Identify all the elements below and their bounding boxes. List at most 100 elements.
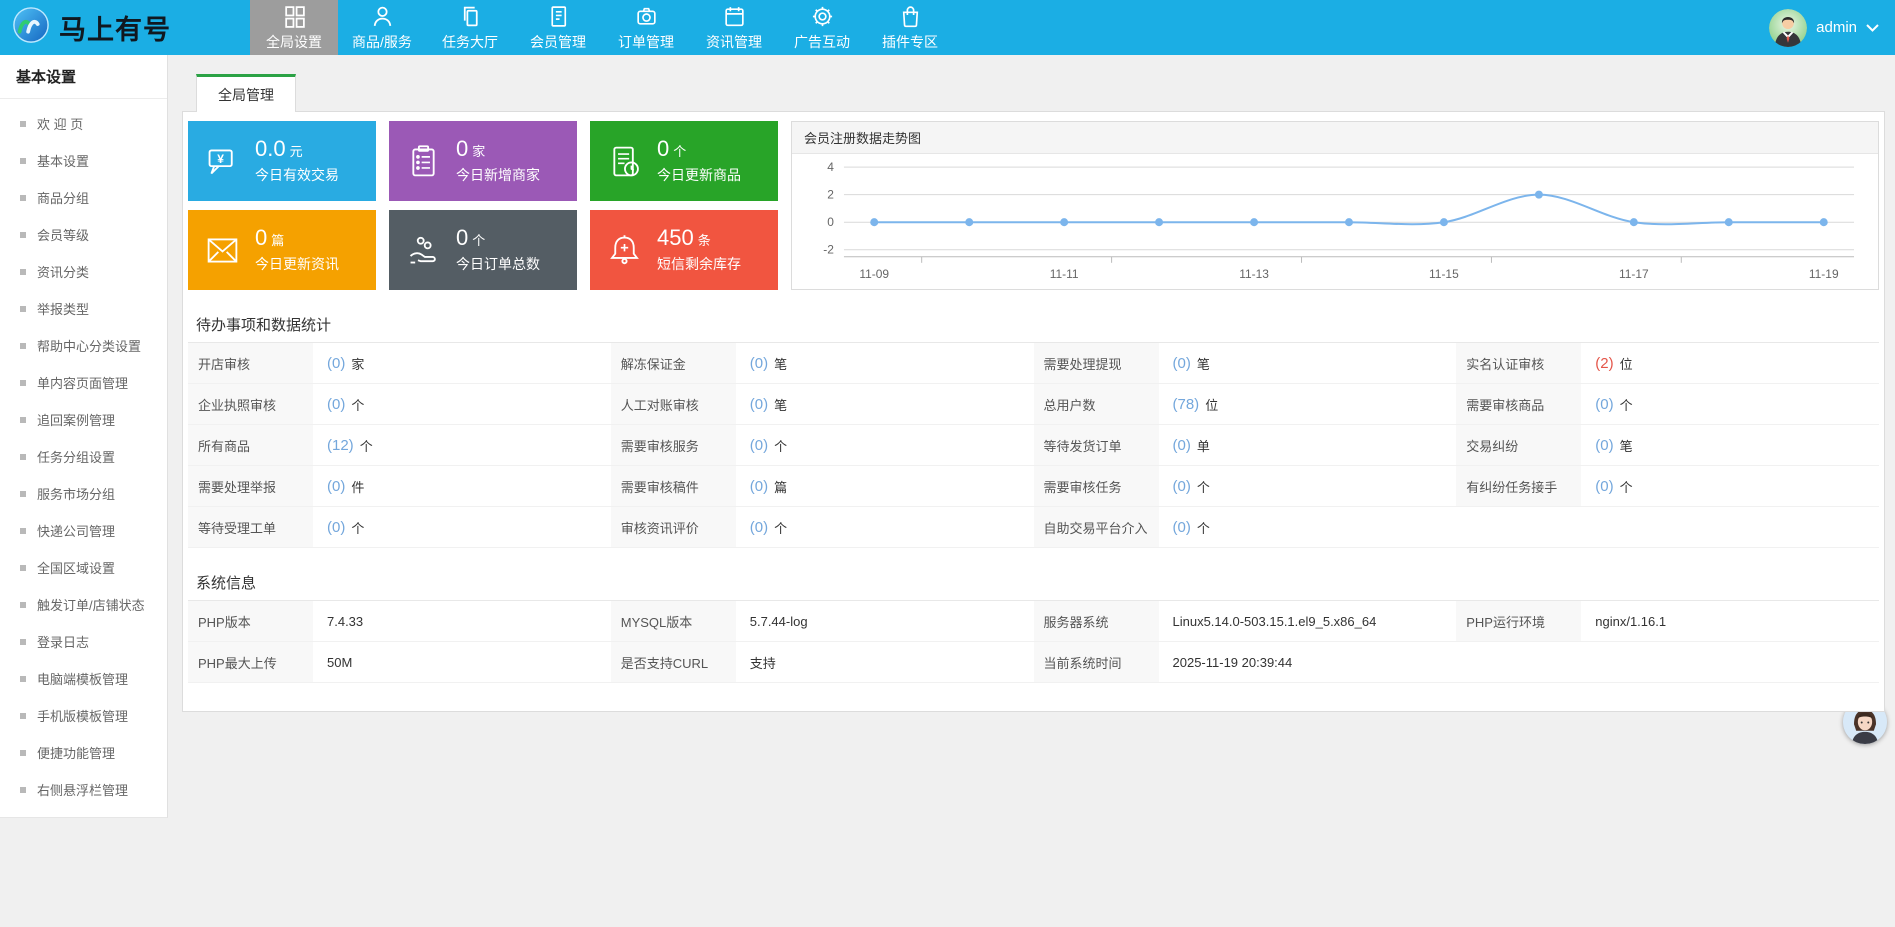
stat-card-0[interactable]: ¥0.0元今日有效交易 [188,121,376,201]
user-icon [370,3,395,29]
stat-count[interactable]: (0) [750,396,768,413]
stat-count[interactable]: (78) [1173,396,1200,413]
nav-item-6[interactable]: 广告互动 [778,0,866,55]
stat-count[interactable]: (0) [750,437,768,454]
sidebar-item-2[interactable]: 商品分组 [0,179,167,216]
stat-card-3[interactable]: 0篇今日更新资讯 [188,210,376,290]
nav-item-4[interactable]: 订单管理 [602,0,690,55]
sidebar-items: 欢 迎 页基本设置商品分组会员等级资讯分类举报类型帮助中心分类设置单内容页面管理… [0,99,167,808]
tab-global-management[interactable]: 全局管理 [196,74,296,112]
stat-card-unit: 个 [472,233,485,248]
sidebar-item-18[interactable]: 右侧悬浮栏管理 [0,771,167,808]
nav-item-1[interactable]: 商品/服务 [338,0,426,55]
stat-count[interactable]: (12) [327,437,354,454]
stat-count[interactable]: (0) [1595,437,1613,454]
stat-count[interactable]: (0) [327,519,345,536]
stat-cell: 自助交易平台介入(0)个 [1034,507,1457,547]
stat-cell: 是否支持CURL支持 [611,642,1034,682]
user-menu[interactable]: admin [1769,0,1879,55]
stat-count[interactable]: (2) [1595,355,1613,372]
sidebar-item-3[interactable]: 会员等级 [0,216,167,253]
chart-panel: 会员注册数据走势图 420-211-0911-1111-1311-1511-17… [791,121,1879,290]
sidebar-item-1[interactable]: 基本设置 [0,142,167,179]
stat-value: (0)家 [315,343,611,383]
stat-card-1[interactable]: 0家今日新增商家 [389,121,577,201]
stat-count[interactable]: (0) [750,519,768,536]
nav-item-5[interactable]: 资讯管理 [690,0,778,55]
stat-count[interactable]: (0) [1595,396,1613,413]
sidebar-item-10[interactable]: 服务市场分组 [0,475,167,512]
stat-label: 人工对账审核 [611,384,738,424]
layout: 基本设置 欢 迎 页基本设置商品分组会员等级资讯分类举报类型帮助中心分类设置单内… [0,55,1895,927]
stat-count[interactable]: (0) [327,355,345,372]
nav-item-3[interactable]: 会员管理 [514,0,602,55]
sidebar-title: 基本设置 [0,55,167,99]
sidebar-item-0[interactable]: 欢 迎 页 [0,105,167,142]
top-nav: 全局设置商品/服务任务大厅会员管理订单管理资讯管理广告互动插件专区 [250,0,954,55]
stat-label: 服务器系统 [1034,601,1161,641]
sidebar-item-13[interactable]: 触发订单/店铺状态 [0,586,167,623]
svg-text:11-09: 11-09 [859,267,889,281]
nav-item-2[interactable]: 任务大厅 [426,0,514,55]
stat-cell: 服务器系统Linux5.14.0-503.15.1.el9_5.x86_64 [1034,601,1457,641]
stat-value: 7.4.33 [315,601,611,641]
sidebar-item-16[interactable]: 手机版模板管理 [0,697,167,734]
sidebar-item-9[interactable]: 任务分组设置 [0,438,167,475]
stat-cell: 需要审核商品(0)个 [1456,384,1879,424]
stat-cell: PHP版本7.4.33 [188,601,611,641]
copy-icon [458,3,483,29]
document-list-icon [546,3,571,29]
stat-card-label: 短信剩余库存 [657,254,741,274]
sidebar-item-15[interactable]: 电脑端模板管理 [0,660,167,697]
stat-count[interactable]: (0) [1595,478,1613,495]
stat-cell: 等待发货订单(0)单 [1034,425,1457,465]
stat-count[interactable]: (0) [1173,355,1191,372]
hand-coins-icon [405,232,443,269]
stat-count[interactable]: (0) [327,478,345,495]
sidebar-item-17[interactable]: 便捷功能管理 [0,734,167,771]
nav-item-0[interactable]: 全局设置 [250,0,338,55]
bullet-icon [20,491,26,497]
sidebar-item-4[interactable]: 资讯分类 [0,253,167,290]
stat-card-5[interactable]: 450条短信剩余库存 [590,210,778,290]
sysinfo-section: 系统信息 PHP版本7.4.33MYSQL版本5.7.44-log服务器系统Li… [188,565,1879,683]
stat-label: 所有商品 [188,425,315,465]
stat-label: 有纠纷任务接手 [1456,466,1583,506]
sidebar-item-label: 快递公司管理 [37,521,115,540]
stat-value: (0)个 [315,507,611,547]
stat-count[interactable]: (0) [327,396,345,413]
stat-count[interactable]: (0) [1173,437,1191,454]
envelope-icon [204,232,242,269]
sidebar-item-12[interactable]: 全国区域设置 [0,549,167,586]
stat-card-text: 450条短信剩余库存 [657,226,741,273]
grid-icon [282,3,307,29]
svg-text:2: 2 [827,188,834,202]
sidebar-item-label: 任务分组设置 [37,447,115,466]
info-value: 2025-11-19 20:39:44 [1173,655,1293,670]
brand[interactable]: 马上有号 [0,0,250,55]
stat-value: (0)个 [738,425,1034,465]
stat-cell: 等待受理工单(0)个 [188,507,611,547]
sidebar-item-6[interactable]: 帮助中心分类设置 [0,327,167,364]
stat-card-2[interactable]: 0个今日更新商品 [590,121,778,201]
stat-value: (0)笔 [738,384,1034,424]
stat-card-unit: 家 [472,144,485,159]
sidebar-item-8[interactable]: 追回案例管理 [0,401,167,438]
bell-plus-icon [606,232,644,269]
bullet-icon [20,195,26,201]
nav-item-7[interactable]: 插件专区 [866,0,954,55]
sidebar-item-11[interactable]: 快递公司管理 [0,512,167,549]
sidebar-item-label: 基本设置 [37,151,89,170]
stat-value: (0)个 [738,507,1034,547]
sidebar-item-label: 举报类型 [37,299,89,318]
sidebar-item-14[interactable]: 登录日志 [0,623,167,660]
svg-text:0: 0 [827,215,834,229]
stat-count[interactable]: (0) [1173,519,1191,536]
info-value: 50M [327,655,352,670]
sidebar-item-7[interactable]: 单内容页面管理 [0,364,167,401]
stat-count[interactable]: (0) [1173,478,1191,495]
stat-count[interactable]: (0) [750,355,768,372]
stat-card-4[interactable]: 0个今日订单总数 [389,210,577,290]
sidebar-item-5[interactable]: 举报类型 [0,290,167,327]
stat-count[interactable]: (0) [750,478,768,495]
